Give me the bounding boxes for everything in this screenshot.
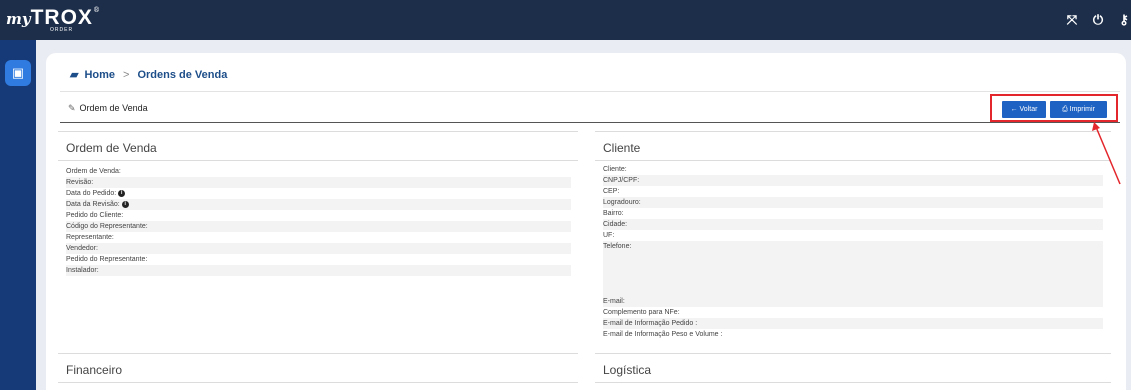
info-icon[interactable]: i: [118, 189, 126, 197]
cliente-panel: Cliente Cliente: CNPJ/CPF: CEP: Logradou…: [595, 131, 1111, 351]
breadcrumb-home[interactable]: Home: [84, 69, 115, 81]
briefcase-icon[interactable]: ▣: [5, 60, 31, 86]
page-title-text: Ordem de Venda: [79, 103, 148, 113]
divider: [58, 160, 578, 161]
logo-sub: ORDER: [50, 27, 74, 33]
mytrox-logo[interactable]: myTROX® ORDER: [6, 6, 100, 33]
print-button[interactable]: ⎙ Imprimir: [1050, 101, 1107, 118]
key-icon[interactable]: ⚷: [1117, 12, 1131, 28]
cliente-title: Cliente: [603, 141, 641, 155]
cliente-field: Bairro:: [603, 210, 624, 217]
back-button[interactable]: ← Voltar: [1002, 101, 1046, 118]
financeiro-title: Financeiro: [66, 363, 123, 377]
cliente-field: Telefone:: [603, 241, 1103, 296]
ordem-field-label: Data da Revisão:: [66, 201, 120, 208]
ordem-field: Pedido do Cliente:: [66, 212, 124, 219]
ordem-field: Ordem de Venda:: [66, 168, 121, 175]
divider: [58, 382, 578, 383]
page-title: ✎ Ordem de Venda: [68, 103, 148, 114]
ordem-title: Ordem de Venda: [66, 141, 157, 155]
divider: [595, 382, 1111, 383]
cliente-field: Cliente:: [603, 166, 627, 173]
logistica-panel: Logística: [595, 353, 1111, 390]
top-icons: ⤧ ⏻ ⚷: [1065, 12, 1131, 28]
financeiro-panel: Financeiro: [58, 353, 578, 390]
cliente-field: E-mail de Informação Pedido :: [603, 318, 1103, 329]
arrow-left-icon: ←: [1010, 106, 1020, 113]
ordem-field: Revisão:: [66, 177, 571, 188]
logo-reg: ®: [92, 6, 100, 14]
print-label: Imprimir: [1069, 106, 1095, 113]
power-icon[interactable]: ⏻: [1091, 12, 1105, 28]
breadcrumb: ▰ Home > Ordens de Venda: [70, 68, 227, 82]
edit-icon: ✎: [68, 103, 76, 113]
ordem-field-label: Data do Pedido:: [66, 190, 117, 197]
logo-brand: TROX: [30, 6, 93, 29]
cliente-field: Complemento para NFe:: [603, 309, 680, 316]
ordem-field: Pedido do Representante:: [66, 256, 148, 263]
ordem-field: Data da Revisão: i: [66, 199, 571, 210]
divider: [595, 353, 1111, 354]
ordem-field: Código do Representante:: [66, 221, 571, 232]
sidebar: ▣: [0, 40, 36, 390]
cliente-field: E-mail:: [603, 296, 1103, 307]
logistica-title: Logística: [603, 363, 652, 377]
folder-icon: ▰: [70, 69, 79, 81]
divider: [595, 160, 1111, 161]
cliente-field: CEP:: [603, 188, 620, 195]
ordem-field: Data do Pedido: i: [66, 188, 571, 199]
breadcrumb-current[interactable]: Ordens de Venda: [137, 69, 227, 81]
breadcrumb-separator: >: [123, 68, 130, 81]
divider: [58, 353, 578, 354]
page-header: ✎ Ordem de Venda ← Voltar ⎙ Imprimir: [60, 91, 1120, 123]
info-icon[interactable]: i: [121, 200, 129, 208]
ordem-panel: Ordem de Venda Ordem de Venda: Revisão: …: [58, 131, 578, 351]
expand-icon[interactable]: ⤧: [1065, 12, 1079, 28]
cliente-field: UF:: [603, 232, 615, 239]
divider: [58, 131, 578, 132]
back-label: Voltar: [1019, 106, 1038, 113]
cliente-field: Cidade:: [603, 219, 1103, 230]
top-bar: myTROX® ORDER ⤧ ⏻ ⚷: [0, 0, 1131, 40]
ordem-field: Representante:: [66, 234, 114, 241]
ordem-field: Vendedor:: [66, 243, 571, 254]
cliente-field: Logradouro:: [603, 197, 1103, 208]
main-content: ▰ Home > Ordens de Venda ✎ Ordem de Venda…: [46, 53, 1126, 390]
printer-icon: ⎙: [1062, 106, 1070, 113]
logo-prefix: my: [6, 10, 31, 28]
cliente-field: E-mail de Informação Peso e Volume :: [603, 331, 723, 338]
cliente-field: CNPJ/CPF:: [603, 175, 1103, 186]
divider: [595, 131, 1111, 132]
highlight-box: ← Voltar ⎙ Imprimir: [990, 94, 1118, 122]
ordem-field: Instalador:: [66, 265, 571, 276]
